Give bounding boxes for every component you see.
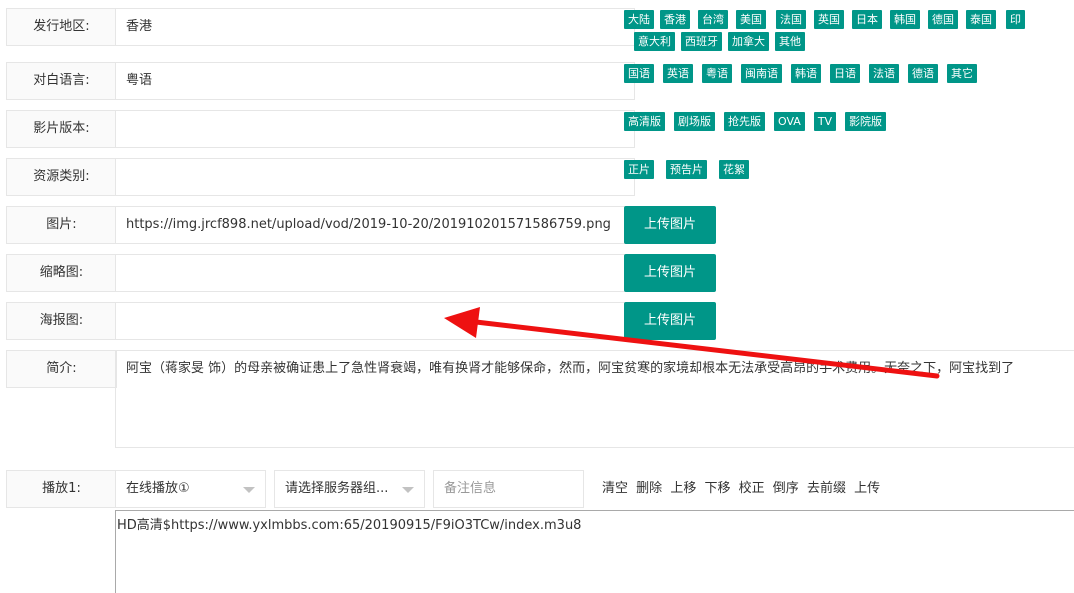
version-input[interactable]	[115, 110, 635, 148]
reverse-button[interactable]: 倒序	[773, 481, 799, 496]
language-tag[interactable]: 国语	[624, 64, 654, 83]
region-tags: 大陆 香港 台湾 美国 法国 英国 日本 韩国 德国 泰国印	[624, 10, 1074, 33]
region-tag[interactable]: 加拿大	[728, 32, 769, 51]
resource-type-tag[interactable]: 花絮	[719, 160, 749, 179]
region-tag[interactable]: 韩国	[890, 10, 920, 29]
resource-type-tag[interactable]: 正片	[624, 160, 654, 179]
region-tag[interactable]: 西班牙	[681, 32, 722, 51]
delete-button[interactable]: 删除	[636, 481, 662, 496]
region-tags-row2: 意大利 西班牙 加拿大 其他	[634, 32, 811, 55]
version-tag[interactable]: 剧场版	[674, 112, 715, 131]
region-tag[interactable]: 德国	[928, 10, 958, 29]
version-label: 影片版本:	[6, 110, 117, 148]
version-tag[interactable]: TV	[813, 112, 837, 131]
version-tag[interactable]: 高清版	[624, 112, 665, 131]
intro-textarea[interactable]: 阿宝（蒋家旻 饰）的母亲被确证患上了急性肾衰竭，唯有换肾才能够保命，然而，阿宝贫…	[115, 350, 1074, 448]
poster-upload-button[interactable]: 上传图片	[624, 302, 716, 340]
poster-input[interactable]	[115, 302, 635, 340]
thumbnail-upload-button[interactable]: 上传图片	[624, 254, 716, 292]
resource-type-label: 资源类别:	[6, 158, 117, 196]
resource-type-input[interactable]	[115, 158, 635, 196]
version-tag[interactable]: OVA	[774, 112, 805, 131]
resource-type-tags: 正片 预告片 花絮	[624, 160, 755, 183]
region-tag[interactable]: 法国	[776, 10, 806, 29]
region-tag[interactable]: 英国	[814, 10, 844, 29]
language-tag[interactable]: 英语	[663, 64, 693, 83]
player-select[interactable]: 在线播放①	[115, 470, 266, 508]
correct-button[interactable]: 校正	[739, 481, 765, 496]
region-tag[interactable]: 其他	[775, 32, 805, 51]
thumbnail-input[interactable]	[115, 254, 635, 292]
picture-label: 图片:	[6, 206, 117, 244]
language-tags: 国语 英语 粤语 闽南语 韩语 日语 法语 德语 其它	[624, 64, 1064, 87]
player-select-value: 在线播放①	[126, 481, 190, 496]
resource-type-tag[interactable]: 预告片	[666, 160, 707, 179]
region-tag[interactable]: 意大利	[634, 32, 675, 51]
picture-upload-button[interactable]: 上传图片	[624, 206, 716, 244]
remove-prefix-button[interactable]: 去前缀	[807, 481, 846, 496]
version-tag[interactable]: 影院版	[845, 112, 887, 131]
server-select-value: 请选择服务器组...	[285, 481, 389, 496]
region-tag[interactable]: 台湾	[698, 10, 728, 29]
play-url-textarea[interactable]: HD高清$https://www.yxlmbbs.com:65/20190915…	[115, 510, 1074, 593]
thumbnail-label: 缩略图:	[6, 254, 117, 292]
region-tag[interactable]: 香港	[660, 10, 690, 29]
play-actions: 清空 删除 上移 下移 校正 倒序 去前缀 上传	[602, 470, 884, 508]
upload-button[interactable]: 上传	[854, 481, 880, 496]
language-tag[interactable]: 法语	[869, 64, 899, 83]
language-tag[interactable]: 闽南语	[741, 64, 782, 83]
move-down-button[interactable]: 下移	[704, 481, 730, 496]
language-tag[interactable]: 德语	[908, 64, 938, 83]
intro-label: 简介:	[6, 350, 117, 388]
region-input[interactable]: 香港	[115, 8, 635, 46]
language-tag[interactable]: 日语	[830, 64, 860, 83]
region-tag[interactable]: 大陆	[624, 10, 654, 29]
chevron-down-icon	[243, 487, 255, 493]
version-tags: 高清版 剧场版 抢先版 OVA TV 影院版	[624, 112, 892, 135]
play-label: 播放1:	[6, 470, 117, 508]
region-tag[interactable]: 美国	[736, 10, 766, 29]
move-up-button[interactable]: 上移	[670, 481, 696, 496]
version-tag[interactable]: 抢先版	[724, 112, 765, 131]
note-input[interactable]: 备注信息	[433, 470, 584, 508]
region-tag[interactable]: 泰国	[966, 10, 996, 29]
language-tag[interactable]: 其它	[947, 64, 977, 83]
chevron-down-icon	[402, 487, 414, 493]
picture-input[interactable]: https://img.jrcf898.net/upload/vod/2019-…	[115, 206, 635, 244]
poster-label: 海报图:	[6, 302, 117, 340]
region-tag[interactable]: 印	[1006, 10, 1025, 29]
region-label: 发行地区:	[6, 8, 117, 46]
language-input[interactable]: 粤语	[115, 62, 635, 100]
clear-button[interactable]: 清空	[602, 481, 628, 496]
region-tag[interactable]: 日本	[852, 10, 882, 29]
server-select[interactable]: 请选择服务器组...	[274, 470, 425, 508]
language-label: 对白语言:	[6, 62, 117, 100]
language-tag[interactable]: 韩语	[791, 64, 821, 83]
language-tag[interactable]: 粤语	[702, 64, 732, 83]
